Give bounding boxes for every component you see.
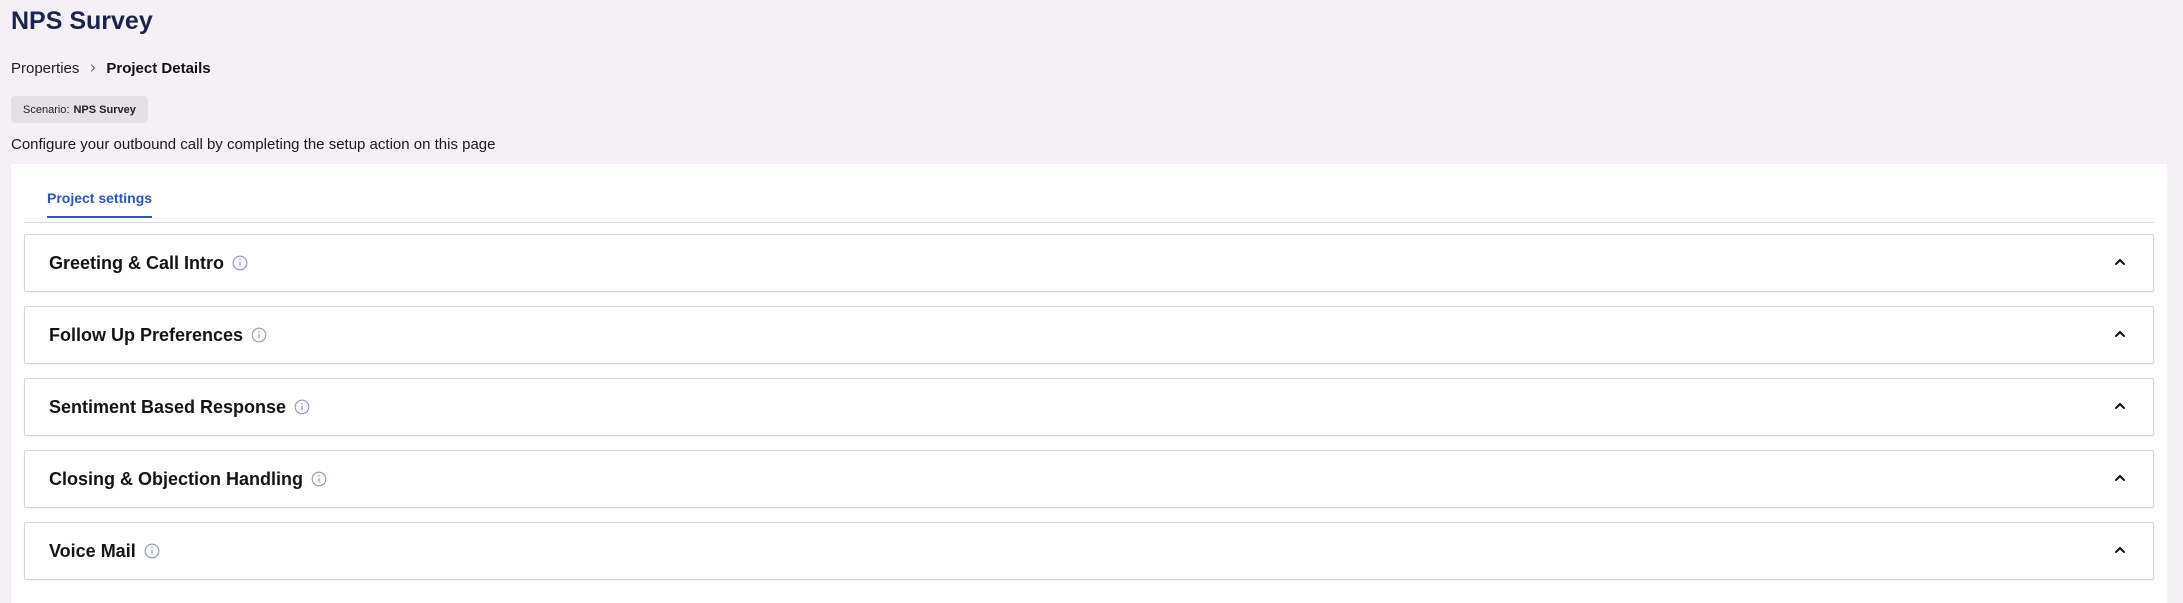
chevron-up-icon[interactable] [2113, 399, 2127, 413]
info-icon[interactable] [232, 255, 248, 271]
section-follow-up-preferences[interactable]: Follow Up Preferences [24, 306, 2154, 364]
section-sentiment-based-response[interactable]: Sentiment Based Response [24, 378, 2154, 436]
section-title: Follow Up Preferences [49, 325, 244, 345]
section-closing-objection-handling[interactable]: Closing & Objection Handling [24, 450, 2154, 508]
chevron-up-icon[interactable] [2113, 255, 2127, 269]
breadcrumb: Properties Project Details [11, 57, 211, 79]
scenario-label: Scenario: [23, 103, 70, 116]
info-icon[interactable] [144, 543, 160, 559]
tab-project-settings[interactable]: Project settings [47, 190, 153, 218]
info-icon[interactable] [251, 327, 267, 343]
breadcrumb-properties-link[interactable]: Properties [11, 60, 79, 77]
section-title-wrap: Sentiment Based Response [49, 396, 310, 418]
scenario-badge: Scenario: NPS Survey [11, 96, 148, 123]
section-title-wrap: Voice Mail [49, 540, 160, 562]
section-title-wrap: Greeting & Call Intro [49, 252, 248, 274]
info-icon[interactable] [294, 399, 310, 415]
section-title: Voice Mail [49, 541, 136, 561]
section-title: Closing & Objection Handling [49, 469, 303, 489]
page-description: Configure your outbound call by completi… [11, 136, 496, 153]
chevron-up-icon[interactable] [2113, 471, 2127, 485]
section-title-wrap: Follow Up Preferences [49, 324, 267, 346]
chevron-up-icon[interactable] [2113, 543, 2127, 557]
chevron-right-icon [88, 63, 98, 73]
settings-panel: Project settings Greeting & Call Intro F… [11, 164, 2167, 603]
info-icon[interactable] [311, 471, 327, 487]
section-greeting-call-intro[interactable]: Greeting & Call Intro [24, 234, 2154, 292]
chevron-up-icon[interactable] [2113, 327, 2127, 341]
section-title: Sentiment Based Response [49, 397, 287, 417]
section-title: Greeting & Call Intro [49, 253, 225, 273]
breadcrumb-current: Project Details [106, 59, 211, 77]
section-voice-mail[interactable]: Voice Mail [24, 522, 2154, 580]
tab-bar: Project settings [24, 164, 2154, 223]
scenario-value: NPS Survey [73, 103, 136, 116]
section-title-wrap: Closing & Objection Handling [49, 468, 327, 490]
page-title: NPS Survey [11, 7, 153, 35]
